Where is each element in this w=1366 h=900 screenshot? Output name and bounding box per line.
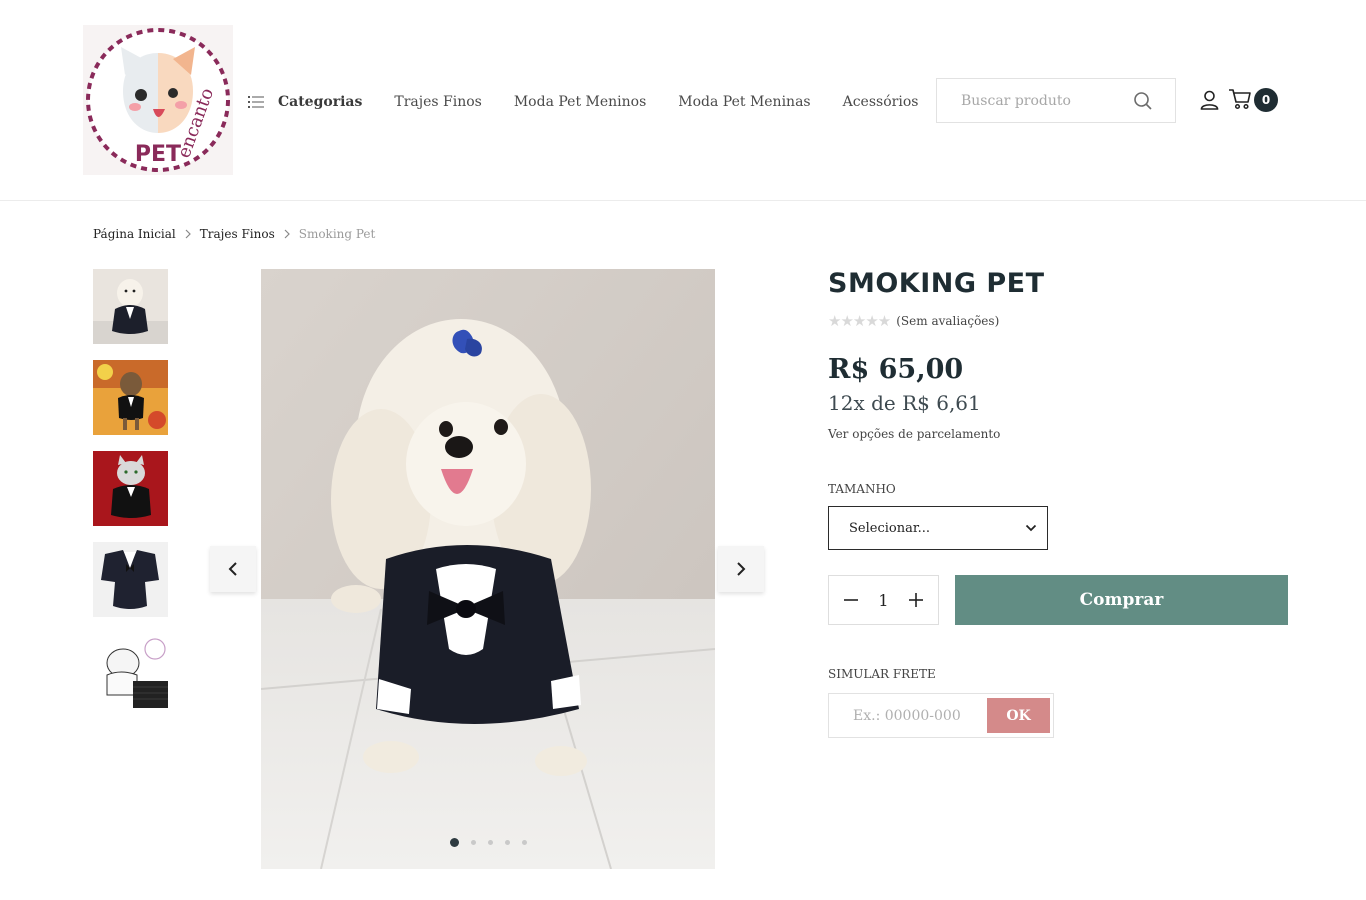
breadcrumb-current: Smoking Pet: [298, 227, 376, 241]
thumbnail-list: [93, 269, 168, 724]
gallery-pagination: [450, 838, 539, 847]
breadcrumb: Página Inicial Trajes Finos Smoking Pet: [93, 227, 375, 241]
shipping-label: SIMULAR FRETE: [828, 667, 936, 681]
search-icon[interactable]: [1133, 91, 1153, 115]
main-nav: Categorias Trajes Finos Moda Pet Meninos…: [248, 94, 950, 110]
buy-button[interactable]: Comprar: [955, 575, 1288, 625]
quantity-decrease-button[interactable]: [843, 592, 859, 608]
quantity-stepper: 1: [828, 575, 939, 625]
shipping-simulator: OK: [828, 693, 1054, 738]
cart-count-badge[interactable]: 0: [1254, 88, 1278, 112]
categories-label: Categorias: [278, 94, 363, 110]
thumbnail-tuxedo-flat[interactable]: [93, 542, 168, 617]
product-price: R$ 65,00: [828, 354, 964, 385]
nav-item-moda-pet-meninas[interactable]: Moda Pet Meninas: [678, 94, 810, 110]
gallery-dot[interactable]: [488, 840, 493, 845]
list-icon: [248, 96, 264, 108]
nav-item-moda-pet-meninos[interactable]: Moda Pet Meninos: [514, 94, 646, 110]
minus-icon: [844, 599, 858, 601]
nav-item-trajes-finos[interactable]: Trajes Finos: [394, 94, 481, 110]
plus-icon: [909, 593, 923, 607]
quantity-increase-button[interactable]: [908, 592, 924, 608]
logo-graphic: PET encanto: [86, 28, 230, 172]
installment-options-link[interactable]: Ver opções de parcelamento: [828, 427, 1000, 441]
gallery-dot[interactable]: [471, 840, 476, 845]
user-account-icon[interactable]: [1200, 90, 1219, 114]
nav-item-acessorios[interactable]: Acessórios: [843, 94, 919, 110]
star-rating-icon: ★★★★★: [828, 312, 891, 330]
product-rating: ★★★★★ (Sem avaliações): [828, 312, 999, 330]
cart-icon[interactable]: [1228, 88, 1252, 114]
chevron-left-icon: [228, 562, 237, 576]
gallery-next-button[interactable]: [718, 546, 764, 592]
gallery-prev-button[interactable]: [210, 546, 256, 592]
breadcrumb-home[interactable]: Página Inicial: [93, 227, 176, 241]
chevron-right-icon: [737, 562, 746, 576]
gallery-dot[interactable]: [522, 840, 527, 845]
site-header: PET encanto Categorias Trajes Finos Moda…: [0, 0, 1366, 201]
size-label: TAMANHO: [828, 482, 896, 496]
gallery-dot[interactable]: [505, 840, 510, 845]
chevron-down-icon: [1025, 524, 1037, 532]
zipcode-input[interactable]: [829, 707, 985, 724]
size-select-value: Selecionar...: [849, 520, 931, 536]
rating-text: (Sem avaliações): [896, 314, 1000, 328]
chevron-right-icon: [185, 229, 191, 239]
thumbnail-size-chart[interactable]: [93, 633, 168, 708]
categories-menu[interactable]: Categorias: [248, 94, 362, 110]
installment-price: 12x de R$ 6,61: [828, 391, 981, 415]
main-product-image[interactable]: [261, 269, 715, 869]
breadcrumb-category[interactable]: Trajes Finos: [200, 227, 275, 241]
store-logo[interactable]: PET encanto: [83, 25, 233, 175]
gallery-dot[interactable]: [450, 838, 459, 847]
shipping-ok-button[interactable]: OK: [987, 698, 1050, 733]
search-box: [936, 78, 1176, 123]
product-title: SMOKING PET: [828, 268, 1045, 299]
thumbnail-yorkie-tuxedo[interactable]: [93, 360, 168, 435]
search-input[interactable]: [937, 92, 1127, 109]
chevron-right-icon: [284, 229, 290, 239]
quantity-value[interactable]: 1: [878, 591, 888, 610]
thumbnail-cat-tuxedo-red[interactable]: [93, 451, 168, 526]
thumbnail-dog-white-tuxedo[interactable]: [93, 269, 168, 344]
size-select[interactable]: Selecionar...: [828, 506, 1048, 550]
